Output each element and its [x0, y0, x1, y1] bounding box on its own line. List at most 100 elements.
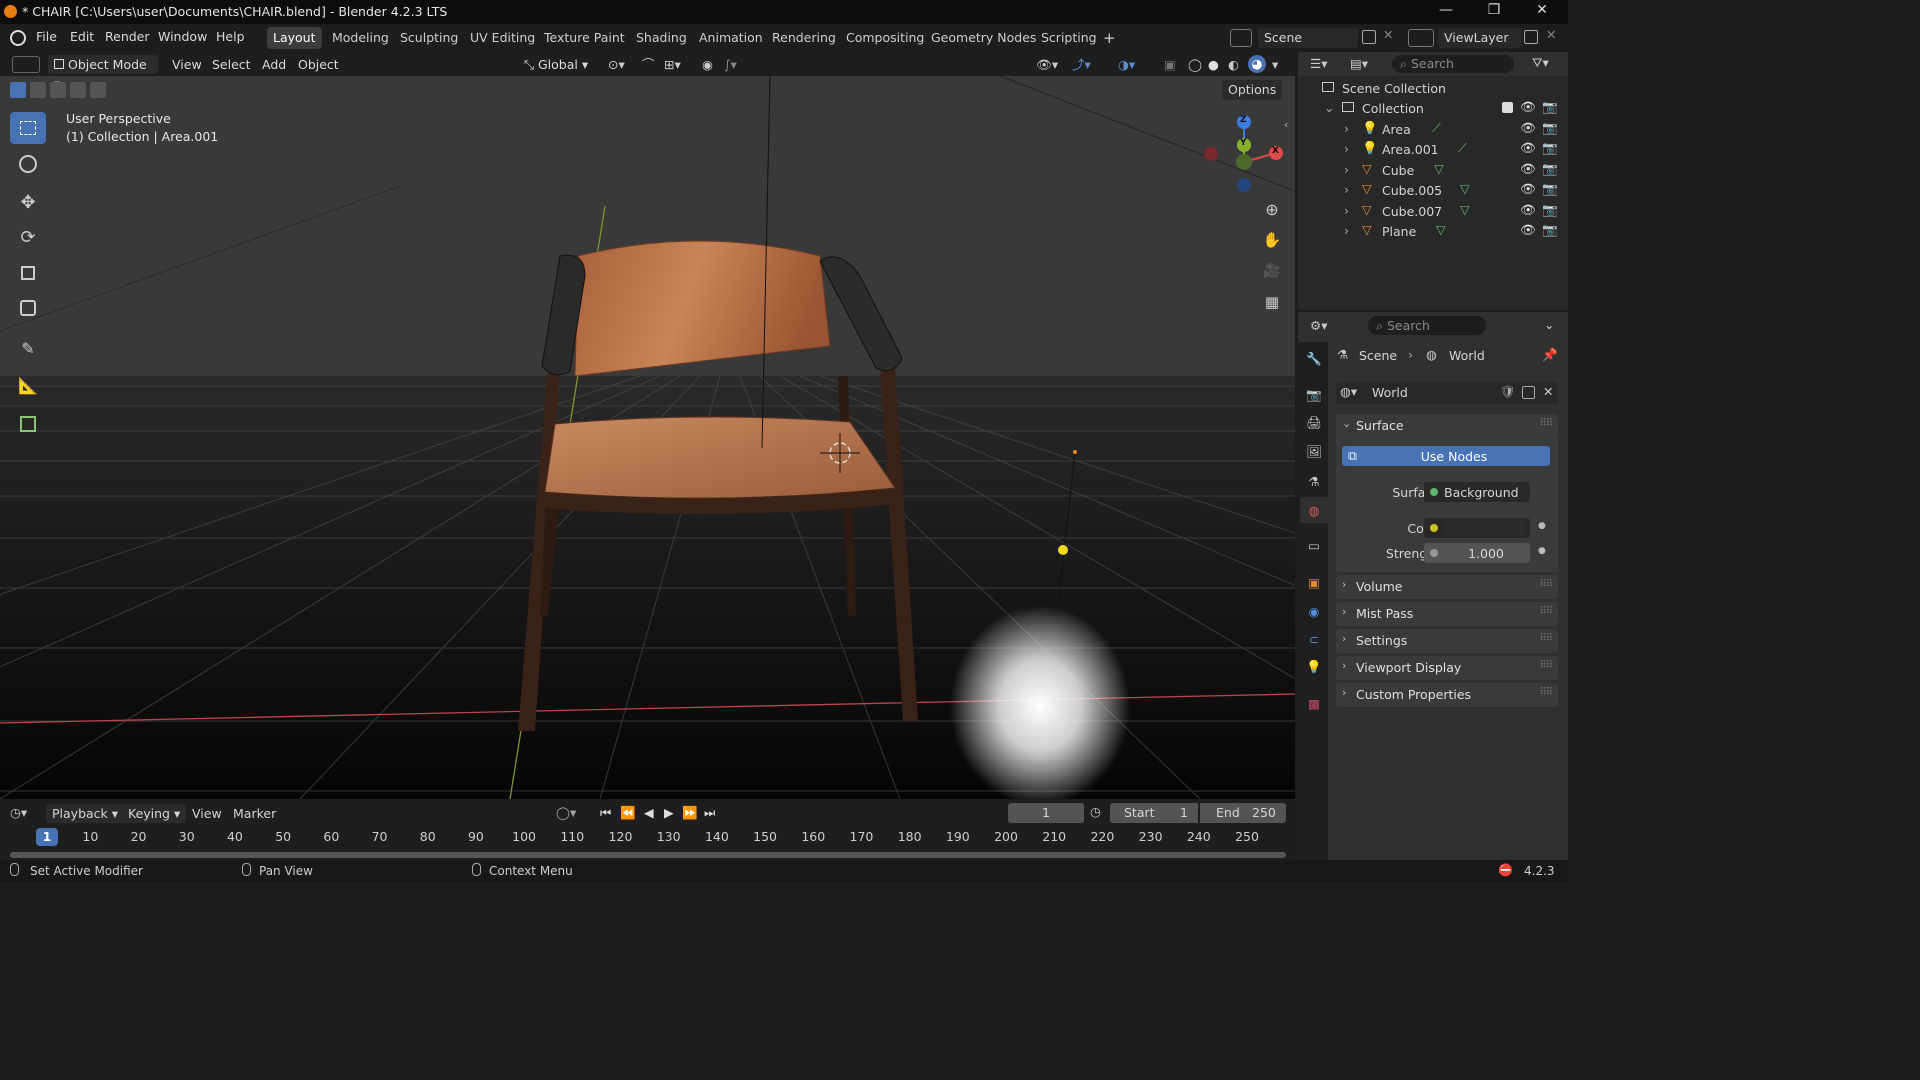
collection-expand-icon[interactable]: ⌄: [1324, 100, 1334, 115]
drag-handle-icon[interactable]: ⠿⠿: [1539, 606, 1553, 617]
custom-properties-panel-header[interactable]: › Custom Properties ⠿⠿: [1336, 683, 1558, 707]
scale-tool[interactable]: [10, 257, 46, 289]
solid-shading-icon[interactable]: ●: [1208, 55, 1219, 74]
strength-keyframe-icon[interactable]: ●: [1538, 546, 1546, 556]
outliner-object-row[interactable]: › 💡 Area.001 ⟋ 👁 📷: [1298, 139, 1568, 159]
color-swatch[interactable]: [1444, 520, 1526, 536]
mode-dropdown[interactable]: Object Mode ▾: [48, 55, 158, 91]
menu-view[interactable]: View: [172, 55, 202, 74]
menu-select[interactable]: Select: [212, 55, 251, 74]
breadcrumb-world[interactable]: World: [1449, 348, 1485, 363]
play-icon[interactable]: ▶: [664, 805, 674, 820]
outliner-object-row[interactable]: › ▽ Plane ▽ 👁 📷: [1298, 221, 1568, 241]
color-keyframe-icon[interactable]: ●: [1538, 521, 1546, 531]
drag-handle-icon[interactable]: ⠿⠿: [1539, 418, 1553, 429]
filter-icon[interactable]: ⛛▾: [1532, 55, 1549, 71]
duplicate-world-icon[interactable]: [1522, 386, 1535, 399]
properties-options-icon[interactable]: ⌄: [1544, 317, 1554, 332]
use-nodes-button[interactable]: ⧉ Use Nodes: [1342, 446, 1550, 466]
delete-scene-icon[interactable]: ✕: [1383, 27, 1393, 42]
menu-help[interactable]: Help: [216, 29, 245, 44]
jump-to-keyframe-forward-icon[interactable]: ⏩: [682, 805, 698, 821]
workspace-tab-geometry-nodes[interactable]: Geometry Nodes: [925, 27, 1042, 49]
close-button[interactable]: ✕: [1524, 2, 1560, 22]
measure-tool[interactable]: 📐: [10, 369, 46, 401]
current-frame-field[interactable]: 1: [1008, 803, 1084, 823]
render-tab[interactable]: 📷: [1300, 382, 1328, 408]
3d-viewport[interactable]: ✥ ⟳ ✎ 📐 User Perspective (1) Collection …: [0, 76, 1295, 799]
world-datablock-icon[interactable]: ◍▾: [1340, 384, 1357, 399]
expand-icon[interactable]: ›: [1344, 203, 1349, 218]
sidebar-toggle-icon[interactable]: ‹: [1284, 118, 1288, 131]
outliner-search-input[interactable]: ⌕ Search: [1392, 55, 1514, 73]
workspace-tab-layout[interactable]: Layout: [267, 27, 322, 49]
workspace-tab-texture-paint[interactable]: Texture Paint: [538, 27, 631, 49]
options-dropdown[interactable]: Options: [1222, 80, 1283, 100]
constraints-tab[interactable]: ⊂: [1300, 626, 1328, 652]
jump-to-end-icon[interactable]: ⏭: [704, 805, 715, 821]
scene-tab[interactable]: ⚗: [1300, 468, 1328, 494]
tool-tab[interactable]: 🔧: [1300, 346, 1328, 372]
select-intersect-icon[interactable]: [90, 82, 106, 98]
world-datablock-name[interactable]: World: [1372, 385, 1408, 400]
move-tool[interactable]: ✥: [10, 186, 46, 218]
volume-panel-header[interactable]: › Volume ⠿⠿: [1336, 575, 1558, 599]
outliner-object-row[interactable]: › ▽ Cube.007 ▽ 👁 📷: [1298, 201, 1568, 221]
rotate-tool[interactable]: ⟳: [10, 221, 46, 253]
outliner-object-row[interactable]: › ▽ Cube.005 ▽ 👁 📷: [1298, 180, 1568, 200]
new-view-layer-icon[interactable]: [1524, 30, 1538, 44]
transform-orientation-dropdown[interactable]: ⤡ Global ▾: [524, 55, 588, 74]
orthographic-toggle-button[interactable]: ▦: [1259, 289, 1285, 315]
jump-to-start-icon[interactable]: ⏮: [600, 805, 611, 821]
workspace-tab-shading[interactable]: Shading: [630, 27, 693, 49]
output-tab[interactable]: 🖨: [1300, 410, 1328, 436]
view-layer-name-field[interactable]: ViewLayer: [1438, 28, 1522, 48]
keying-menu[interactable]: Keying ▾: [122, 804, 187, 823]
expand-icon[interactable]: ›: [1344, 141, 1349, 156]
zoom-view-button[interactable]: ⊕: [1259, 196, 1285, 222]
display-mode-icon[interactable]: ▤▾: [1350, 56, 1368, 71]
wireframe-shading-icon[interactable]: ◯: [1188, 55, 1202, 74]
annotate-tool[interactable]: ✎: [10, 332, 46, 364]
add-workspace-button[interactable]: +: [1097, 27, 1122, 49]
world-tab[interactable]: ◍: [1300, 497, 1328, 523]
scene-selector-icon[interactable]: [1230, 29, 1252, 47]
drag-handle-icon[interactable]: ⠿⠿: [1539, 579, 1553, 590]
workspace-tab-scripting[interactable]: Scripting: [1035, 27, 1103, 49]
menu-render[interactable]: Render: [105, 29, 150, 44]
mist-pass-panel-header[interactable]: › Mist Pass ⠿⠿: [1336, 602, 1558, 626]
select-invert-icon[interactable]: [70, 82, 86, 98]
timeline-editor[interactable]: ◷▾ Playback ▾ Keying ▾ View Marker ◯▾ ⏮ …: [0, 800, 1295, 860]
drag-handle-icon[interactable]: ⠿⠿: [1539, 660, 1553, 671]
play-reverse-icon[interactable]: ◀: [644, 805, 654, 820]
timeline-marker-menu[interactable]: Marker: [233, 806, 276, 821]
overlay-toggle-icon[interactable]: ◑▾: [1118, 55, 1135, 74]
menu-edit[interactable]: Edit: [70, 29, 94, 44]
xray-toggle-icon[interactable]: ▣: [1164, 55, 1176, 74]
pin-icon[interactable]: 📌: [1542, 347, 1558, 363]
shading-options-icon[interactable]: ▾: [1272, 55, 1278, 74]
data-tab[interactable]: 💡: [1300, 654, 1328, 680]
render-icon[interactable]: 📷: [1542, 161, 1558, 177]
texture-tab[interactable]: ▩: [1300, 690, 1328, 716]
surface-panel-header[interactable]: ⌄ Surface ⠿⠿: [1336, 414, 1558, 438]
new-scene-icon[interactable]: [1362, 30, 1376, 44]
color-field[interactable]: [1424, 518, 1530, 538]
menu-object[interactable]: Object: [298, 55, 339, 74]
expand-icon[interactable]: ›: [1344, 121, 1349, 136]
collection-row[interactable]: ⌄ Collection 👁 📷: [1298, 98, 1568, 118]
minimize-button[interactable]: —: [1428, 2, 1464, 22]
render-icon[interactable]: 📷: [1542, 181, 1558, 197]
rendered-shading-icon[interactable]: ◕: [1248, 55, 1266, 73]
workspace-tab-modeling[interactable]: Modeling: [326, 27, 395, 49]
workspace-tab-animation[interactable]: Animation: [693, 27, 769, 49]
cursor-tool[interactable]: [10, 148, 46, 180]
playback-menu[interactable]: Playback ▾: [46, 804, 125, 823]
preview-range-icon[interactable]: ◷: [1090, 804, 1101, 819]
workspace-tab-uv-editing[interactable]: UV Editing: [464, 27, 541, 49]
delete-view-layer-icon[interactable]: ✕: [1546, 27, 1556, 42]
maximize-button[interactable]: ❐: [1476, 2, 1512, 22]
unlink-world-icon[interactable]: ✕: [1543, 384, 1553, 399]
transform-tool[interactable]: [10, 292, 46, 324]
timeline-scrollbar[interactable]: [10, 852, 1286, 858]
